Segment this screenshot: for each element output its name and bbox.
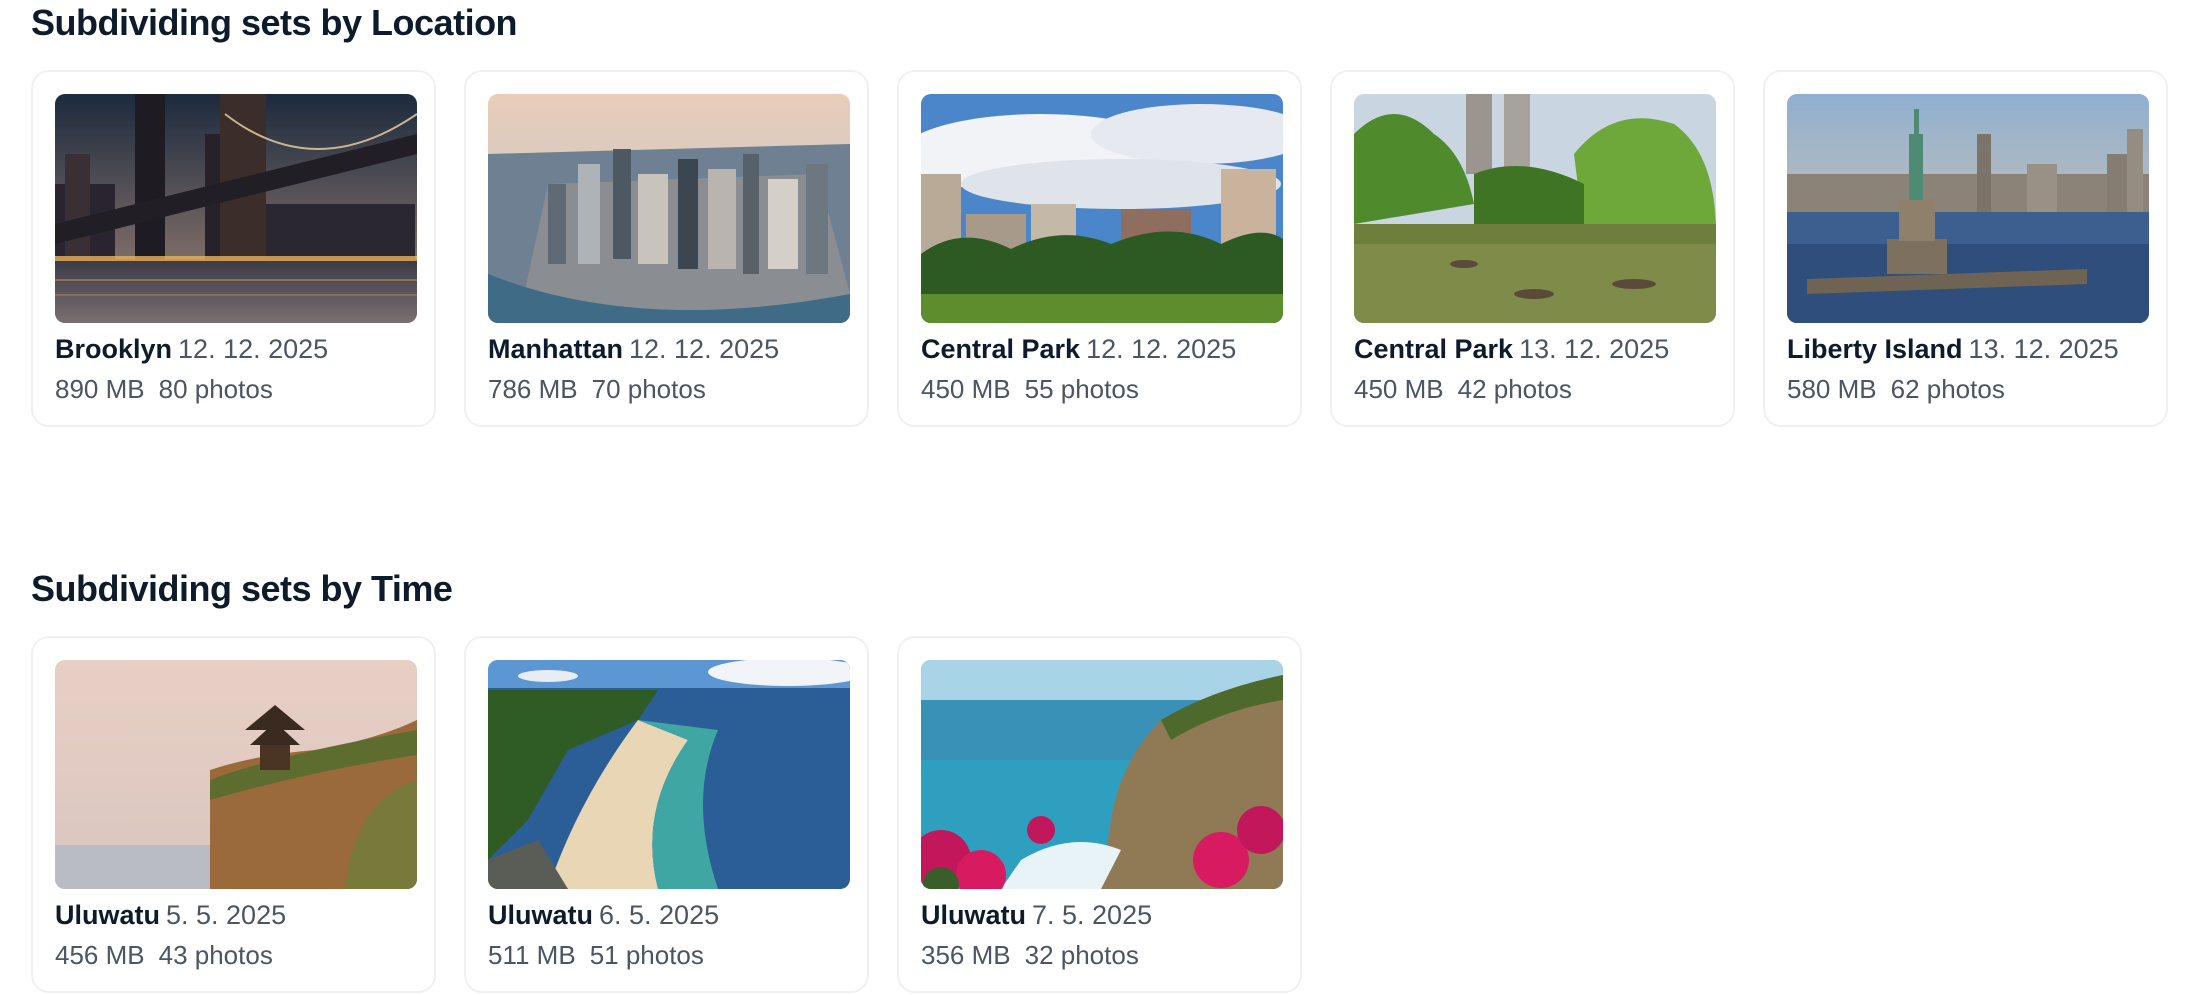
set-date: 12. 12. 2025 bbox=[1086, 334, 1237, 364]
set-size: 890 MB bbox=[55, 374, 145, 404]
set-location-name: Uluwatu bbox=[488, 900, 593, 930]
central-park-lake-boats-photo bbox=[1354, 94, 1716, 323]
set-location-name: Uluwatu bbox=[921, 900, 1026, 930]
set-photo-count: 32 photos bbox=[1024, 940, 1139, 970]
set-date: 6. 5. 2025 bbox=[599, 900, 720, 930]
uluwatu-temple-cliff-photo bbox=[55, 660, 417, 889]
set-photo-count: 42 photos bbox=[1457, 374, 1572, 404]
manhattan-skyline-aerial-photo bbox=[488, 94, 850, 323]
section-title: Subdividing sets by Location bbox=[31, 2, 518, 43]
set-size: 450 MB bbox=[921, 374, 1011, 404]
set-size: 356 MB bbox=[921, 940, 1011, 970]
central-park-meadow-photo bbox=[921, 94, 1283, 323]
set-size: 786 MB bbox=[488, 374, 578, 404]
brooklyn-bridge-night-photo bbox=[55, 94, 417, 323]
set-size: 456 MB bbox=[55, 940, 145, 970]
set-photo-count: 43 photos bbox=[158, 940, 273, 970]
set-photo-count: 51 photos bbox=[589, 940, 704, 970]
photo-set-card[interactable]: Central Park 12. 12. 2025 450 MB 55 photos bbox=[897, 70, 1302, 427]
set-location-name: Liberty Island bbox=[1787, 334, 1963, 364]
set-photo-count: 70 photos bbox=[591, 374, 706, 404]
uluwatu-beach-aerial-photo bbox=[488, 660, 850, 889]
set-size: 511 MB bbox=[488, 940, 576, 970]
set-location-name: Central Park bbox=[1354, 334, 1514, 364]
photo-set-card[interactable]: Uluwatu 5. 5. 2025 456 MB 43 photos bbox=[31, 636, 436, 993]
photo-set-card[interactable]: Uluwatu 7. 5. 2025 356 MB 32 photos bbox=[897, 636, 1302, 993]
set-date: 5. 5. 2025 bbox=[166, 900, 287, 930]
set-date: 13. 12. 2025 bbox=[1968, 334, 2119, 364]
set-location-name: Brooklyn bbox=[55, 334, 173, 364]
set-photo-count: 55 photos bbox=[1024, 374, 1139, 404]
set-location-name: Central Park bbox=[921, 334, 1081, 364]
photo-set-card[interactable]: Central Park 13. 12. 2025 450 MB 42 photos bbox=[1330, 70, 1735, 427]
set-date: 12. 12. 2025 bbox=[629, 334, 780, 364]
set-photo-count: 62 photos bbox=[1890, 374, 2005, 404]
set-date: 12. 12. 2025 bbox=[178, 334, 329, 364]
photo-set-card[interactable]: Liberty Island 13. 12. 2025 580 MB 62 phot… bbox=[1763, 70, 2168, 427]
statue-of-liberty-photo bbox=[1787, 94, 2149, 323]
photo-set-card[interactable]: Manhattan 12. 12. 2025 786 MB 70 photos bbox=[464, 70, 869, 427]
set-photo-count: 80 photos bbox=[158, 374, 273, 404]
set-location-name: Manhattan bbox=[488, 334, 623, 364]
photo-set-card[interactable]: Brooklyn 12. 12. 2025 890 MB 80 photos bbox=[31, 70, 436, 427]
set-location-name: Uluwatu bbox=[55, 900, 160, 930]
uluwatu-cliff-flowers-photo bbox=[921, 660, 1283, 889]
set-date: 7. 5. 2025 bbox=[1032, 900, 1153, 930]
set-size: 580 MB bbox=[1787, 374, 1877, 404]
section-title: Subdividing sets by Time bbox=[31, 568, 453, 609]
photo-set-card[interactable]: Uluwatu 6. 5. 2025 511 MB 51 photos bbox=[464, 636, 869, 993]
set-size: 450 MB bbox=[1354, 374, 1444, 404]
set-date: 13. 12. 2025 bbox=[1519, 334, 1670, 364]
